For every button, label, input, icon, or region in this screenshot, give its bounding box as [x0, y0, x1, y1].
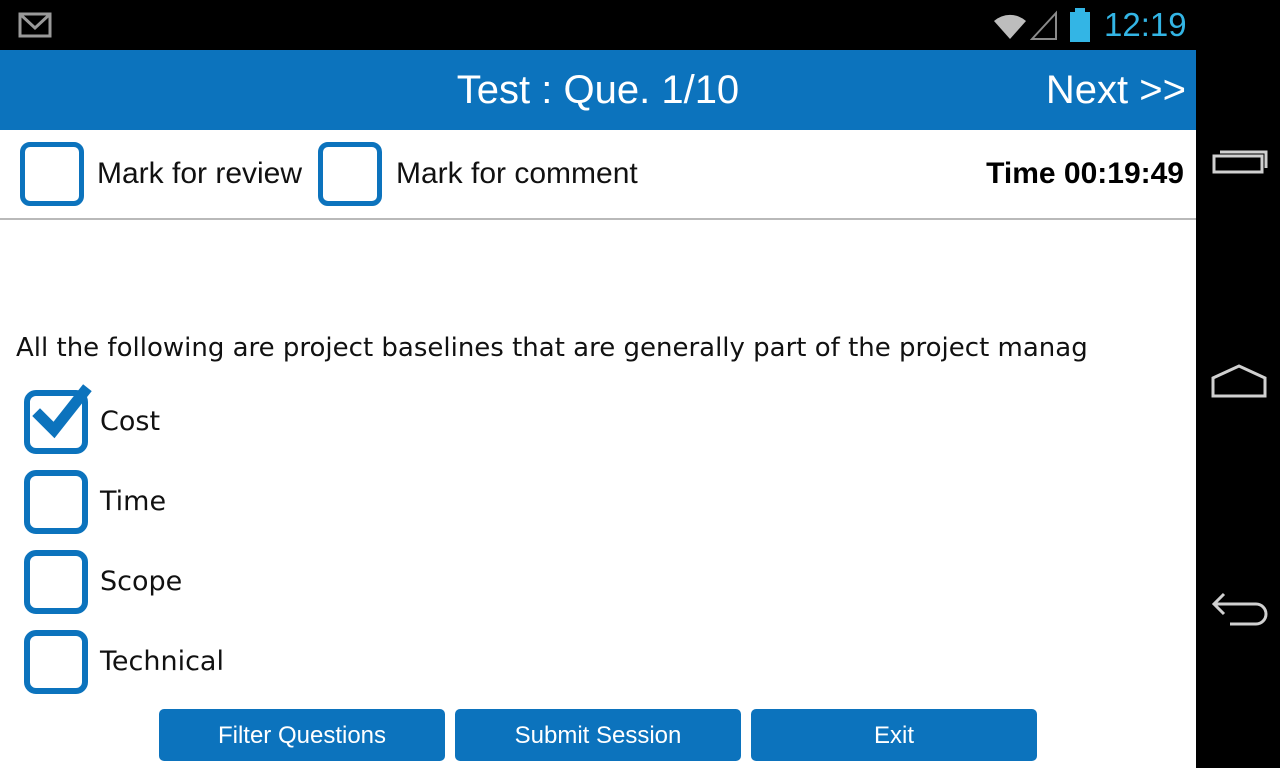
answer-option-cost[interactable]: Cost: [24, 384, 424, 454]
mark-for-comment-label[interactable]: Mark for comment: [396, 130, 638, 218]
filter-questions-button[interactable]: Filter Questions: [159, 709, 445, 761]
status-clock: 12:19: [1104, 6, 1187, 43]
gmail-icon: [18, 12, 52, 38]
back-icon[interactable]: [1210, 584, 1268, 628]
answer-option-time[interactable]: Time: [24, 470, 424, 534]
next-button[interactable]: Next >>: [1046, 50, 1186, 130]
exit-button[interactable]: Exit: [751, 709, 1037, 761]
battery-icon: [1070, 8, 1090, 42]
submit-session-button[interactable]: Submit Session: [455, 709, 741, 761]
test-screen: Test : Que. 1/10 Next >> Mark for review…: [0, 50, 1196, 768]
signal-icon: [1030, 10, 1057, 40]
page-title: Test : Que. 1/10: [456, 68, 740, 112]
navigation-bar: [1196, 0, 1280, 768]
timer: Time 00:19:49: [986, 157, 1184, 190]
wifi-icon: [994, 14, 1026, 39]
answer-option-scope[interactable]: Scope: [24, 550, 424, 614]
mark-for-review-checkbox[interactable]: [20, 142, 84, 206]
answer-label: Scope: [100, 566, 183, 597]
header-bar: Test : Que. 1/10 Next >>: [0, 50, 1196, 130]
checkmark-icon: [32, 384, 92, 439]
answer-label: Technical: [100, 646, 224, 677]
answer-checkbox[interactable]: [24, 630, 88, 694]
answer-checkbox[interactable]: [24, 470, 88, 534]
answer-option-technical[interactable]: Technical: [24, 630, 424, 694]
answer-label: Cost: [100, 406, 161, 437]
status-bar: 12:19: [0, 0, 1196, 50]
home-icon[interactable]: [1210, 358, 1268, 402]
question-text: All the following are project baselines …: [16, 333, 1088, 363]
question-toolbar: Mark for review Mark for comment Time 00…: [0, 130, 1196, 220]
mark-for-review-label[interactable]: Mark for review: [97, 130, 302, 218]
mark-for-comment-checkbox[interactable]: [318, 142, 382, 206]
answer-checkbox[interactable]: [24, 550, 88, 614]
recent-apps-icon[interactable]: [1210, 140, 1268, 184]
answer-label: Time: [100, 486, 167, 517]
